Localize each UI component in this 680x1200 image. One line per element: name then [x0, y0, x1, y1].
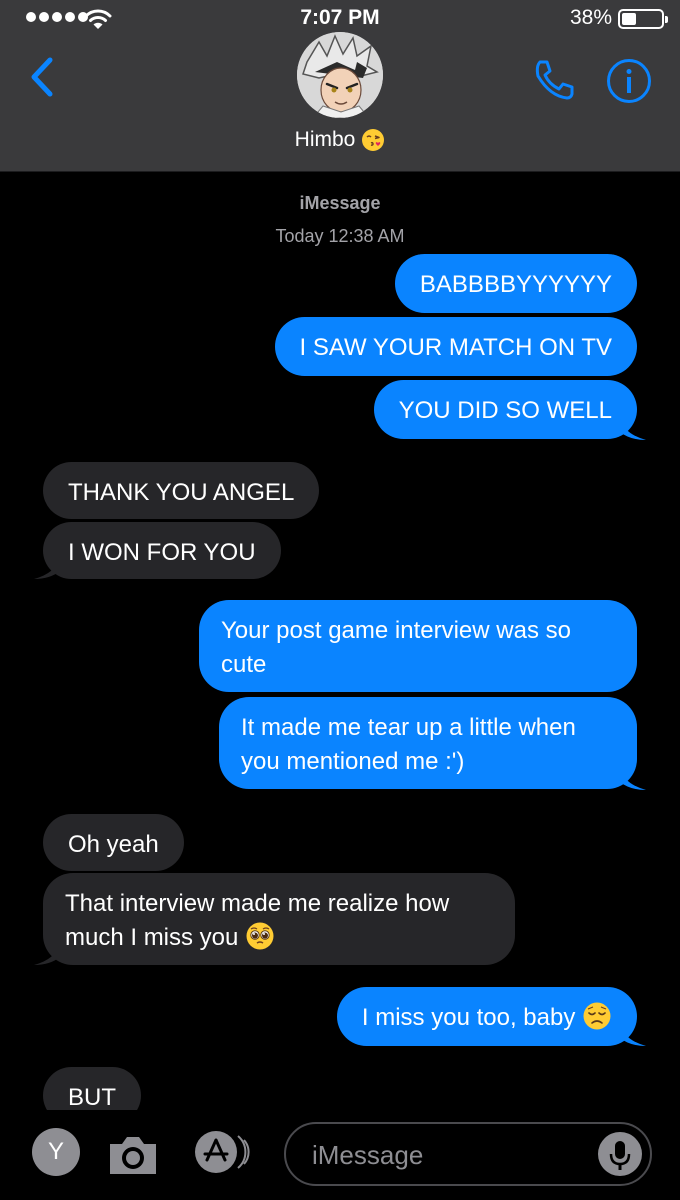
- outgoing-message[interactable]: It made me tear up a little when you men…: [219, 697, 637, 789]
- service-label: iMessage: [299, 193, 381, 213]
- kissing-face-emoji-icon: [362, 129, 385, 151]
- bubble-tail: [34, 557, 60, 579]
- outgoing-message[interactable]: BABBBBYYYYYY: [394, 254, 637, 313]
- message-text: YOU DID SO WELL: [398, 397, 612, 424]
- message-text: BUT: [68, 1084, 116, 1111]
- battery-percentage: 38%: [569, 6, 612, 29]
- bubble-tail: [620, 418, 646, 440]
- message-text: I SAW YOUR MATCH ON TV: [299, 334, 612, 361]
- message-input-bar: Y iMessage: [0, 1110, 680, 1200]
- outgoing-message[interactable]: I miss you too, baby: [336, 987, 637, 1046]
- outgoing-message[interactable]: Your post game interview was so cute: [199, 600, 637, 692]
- microphone-button[interactable]: [598, 1132, 642, 1176]
- conversation-header: 7:07 PM 38% Himbo: [0, 0, 680, 172]
- bubble-tail: [620, 768, 646, 790]
- bubble-tail: [34, 943, 60, 965]
- message-text: THANK YOU ANGEL: [68, 479, 295, 506]
- outgoing-message[interactable]: I SAW YOUR MATCH ON TV: [274, 317, 637, 376]
- message-text: I WON FOR YOU: [68, 539, 256, 566]
- message-text: Oh yeah: [68, 831, 159, 858]
- battery-icon: [618, 9, 668, 29]
- contact-avatar[interactable]: [297, 32, 383, 118]
- battery-fill: [622, 13, 636, 25]
- incoming-message[interactable]: I WON FOR YOU: [43, 522, 281, 579]
- message-text-line: It made me tear up a little when: [241, 714, 576, 741]
- message-text-line: you mentioned me :'): [241, 748, 465, 775]
- incoming-message[interactable]: THANK YOU ANGEL: [43, 462, 320, 519]
- microphone-icon: [609, 1141, 631, 1170]
- camera-icon[interactable]: [106, 1132, 160, 1178]
- status-bar: 7:07 PM 38%: [0, 0, 680, 36]
- message-text-line: That interview made me realize how: [65, 890, 450, 917]
- pleading-face-emoji-icon: [246, 922, 274, 950]
- info-icon[interactable]: [606, 58, 652, 104]
- message-text: BABBBBYYYYYY: [419, 271, 612, 298]
- incoming-message[interactable]: That interview made me realize how much …: [43, 873, 515, 965]
- app-store-icon[interactable]: [192, 1128, 256, 1176]
- disappointed-face-emoji-icon: [583, 1002, 611, 1030]
- message-text: I miss you too, baby: [361, 1004, 576, 1031]
- message-text-line: cute: [221, 651, 267, 678]
- memoji-app-label: Y: [47, 1138, 64, 1165]
- message-input-field[interactable]: iMessage: [284, 1122, 652, 1186]
- outgoing-message[interactable]: YOU DID SO WELL: [373, 380, 637, 439]
- contact-name-text: Himbo: [294, 128, 356, 151]
- message-input-placeholder: iMessage: [312, 1140, 424, 1170]
- incoming-message[interactable]: Oh yeah: [43, 814, 184, 871]
- memoji-app-button[interactable]: Y: [32, 1128, 80, 1176]
- avatar-illustration: [297, 32, 383, 118]
- back-chevron-icon[interactable]: [22, 52, 62, 102]
- message-text-line: Your post game interview was so: [221, 617, 571, 644]
- conversation-timestamp: Today 12:38 AM: [275, 226, 405, 246]
- bubble-tail: [620, 1024, 646, 1046]
- phone-call-icon[interactable]: [530, 56, 578, 104]
- contact-name[interactable]: Himbo: [0, 128, 680, 152]
- message-text-line: much I miss you: [65, 921, 490, 955]
- message-text: much I miss you: [65, 924, 239, 951]
